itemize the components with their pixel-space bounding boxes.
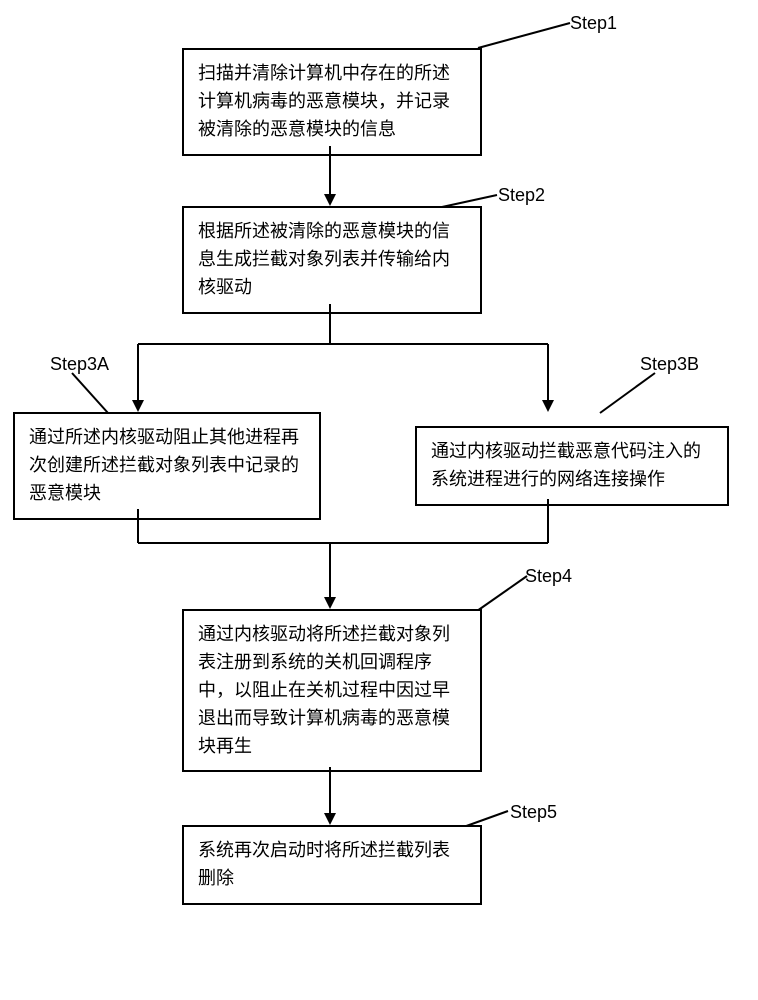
leader-step1	[478, 23, 576, 48]
label-step3a: Step3A	[50, 354, 109, 375]
box-step3a: 通过所述内核驱动阻止其他进程再次创建所述拦截对象列表中记录的恶意模块	[13, 412, 321, 520]
leader-step3b	[600, 373, 655, 413]
label-step5: Step5	[510, 802, 557, 823]
box-step3b: 通过内核驱动拦截恶意代码注入的系统进程进行的网络连接操作	[415, 426, 729, 506]
leader-step4	[477, 576, 532, 611]
box-step2: 根据所述被清除的恶意模块的信息生成拦截对象列表并传输给内核驱动	[182, 206, 482, 314]
box-step4: 通过内核驱动将所述拦截对象列表注册到系统的关机回调程序中，以阻止在关机过程中因过…	[182, 609, 482, 772]
box-step5: 系统再次启动时将所述拦截列表删除	[182, 825, 482, 905]
leader-step3a	[72, 373, 112, 413]
arrow-4-5	[320, 767, 340, 827]
label-step3b: Step3B	[640, 354, 699, 375]
box-step1: 扫描并清除计算机中存在的所述计算机病毒的恶意模块，并记录被清除的恶意模块的信息	[182, 48, 482, 156]
label-step4: Step4	[525, 566, 572, 587]
label-step1: Step1	[570, 13, 617, 34]
label-step2: Step2	[498, 185, 545, 206]
